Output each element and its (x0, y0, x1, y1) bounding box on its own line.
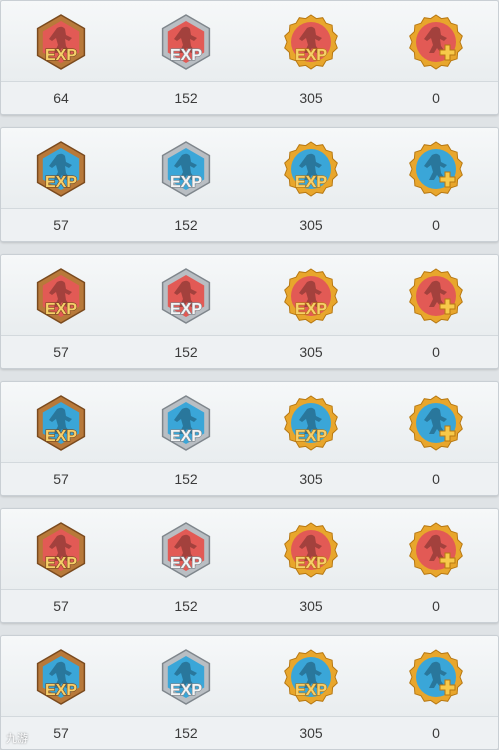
gold-plus-exp-badge-icon[interactable] (409, 522, 463, 578)
bronze-exp-badge-icon[interactable]: EXP (34, 649, 88, 705)
gold-plus-exp-badge-icon[interactable] (409, 268, 463, 324)
exp-value: 152 (174, 90, 198, 106)
exp-value: 305 (299, 598, 323, 614)
silver-exp-badge-icon[interactable]: EXP (159, 141, 213, 197)
gold-exp-badge-icon[interactable]: EXP (284, 14, 338, 70)
exp-value: 0 (432, 217, 440, 233)
exp-value: 305 (299, 217, 323, 233)
svg-text:EXP: EXP (170, 301, 202, 318)
silver-exp-badge-icon[interactable]: EXP (159, 395, 213, 451)
watermark: 九游 (6, 733, 28, 745)
exp-value: 0 (432, 344, 440, 360)
exp-card: EXP 57 EXP 152 EXP 305 0 (0, 635, 499, 750)
svg-text:EXP: EXP (295, 47, 327, 64)
gold-exp-badge-icon[interactable]: EXP (284, 141, 338, 197)
svg-text:EXP: EXP (295, 301, 327, 318)
svg-text:EXP: EXP (170, 555, 202, 572)
exp-value: 64 (53, 90, 69, 106)
svg-text:EXP: EXP (45, 174, 77, 191)
exp-value: 57 (53, 598, 69, 614)
svg-text:EXP: EXP (45, 47, 77, 64)
gold-exp-badge-icon[interactable]: EXP (284, 649, 338, 705)
gold-plus-exp-badge-icon[interactable] (409, 141, 463, 197)
svg-text:EXP: EXP (45, 555, 77, 572)
svg-text:EXP: EXP (295, 174, 327, 191)
exp-value: 57 (53, 344, 69, 360)
exp-value: 0 (432, 471, 440, 487)
bronze-exp-badge-icon[interactable]: EXP (34, 14, 88, 70)
exp-value: 152 (174, 598, 198, 614)
exp-value: 305 (299, 725, 323, 741)
svg-text:EXP: EXP (295, 682, 327, 699)
silver-exp-badge-icon[interactable]: EXP (159, 14, 213, 70)
exp-value: 57 (53, 725, 69, 741)
svg-text:EXP: EXP (170, 428, 202, 445)
exp-value: 0 (432, 90, 440, 106)
exp-value: 305 (299, 90, 323, 106)
exp-value: 57 (53, 471, 69, 487)
svg-text:EXP: EXP (170, 682, 202, 699)
exp-value: 0 (432, 598, 440, 614)
exp-value: 305 (299, 344, 323, 360)
svg-text:EXP: EXP (295, 428, 327, 445)
exp-card: EXP 57 EXP 152 EXP 305 0 (0, 508, 499, 623)
exp-card: EXP 64 EXP 152 EXP 305 0 (0, 0, 499, 115)
gold-plus-exp-badge-icon[interactable] (409, 395, 463, 451)
bronze-exp-badge-icon[interactable]: EXP (34, 141, 88, 197)
exp-value: 57 (53, 217, 69, 233)
silver-exp-badge-icon[interactable]: EXP (159, 268, 213, 324)
gold-plus-exp-badge-icon[interactable] (409, 14, 463, 70)
exp-value: 152 (174, 217, 198, 233)
exp-value: 152 (174, 725, 198, 741)
silver-exp-badge-icon[interactable]: EXP (159, 649, 213, 705)
exp-value: 152 (174, 471, 198, 487)
svg-text:EXP: EXP (45, 428, 77, 445)
svg-text:EXP: EXP (45, 682, 77, 699)
exp-card: EXP 57 EXP 152 EXP 305 0 (0, 381, 499, 496)
exp-value: 305 (299, 471, 323, 487)
exp-card: EXP 57 EXP 152 EXP 305 0 (0, 127, 499, 242)
exp-value: 152 (174, 344, 198, 360)
svg-text:EXP: EXP (45, 301, 77, 318)
bronze-exp-badge-icon[interactable]: EXP (34, 395, 88, 451)
gold-plus-exp-badge-icon[interactable] (409, 649, 463, 705)
exp-card: EXP 57 EXP 152 EXP 305 0 (0, 254, 499, 369)
svg-text:EXP: EXP (170, 174, 202, 191)
gold-exp-badge-icon[interactable]: EXP (284, 395, 338, 451)
svg-text:EXP: EXP (170, 47, 202, 64)
bronze-exp-badge-icon[interactable]: EXP (34, 522, 88, 578)
gold-exp-badge-icon[interactable]: EXP (284, 522, 338, 578)
bronze-exp-badge-icon[interactable]: EXP (34, 268, 88, 324)
gold-exp-badge-icon[interactable]: EXP (284, 268, 338, 324)
svg-text:EXP: EXP (295, 555, 327, 572)
exp-value: 0 (432, 725, 440, 741)
silver-exp-badge-icon[interactable]: EXP (159, 522, 213, 578)
